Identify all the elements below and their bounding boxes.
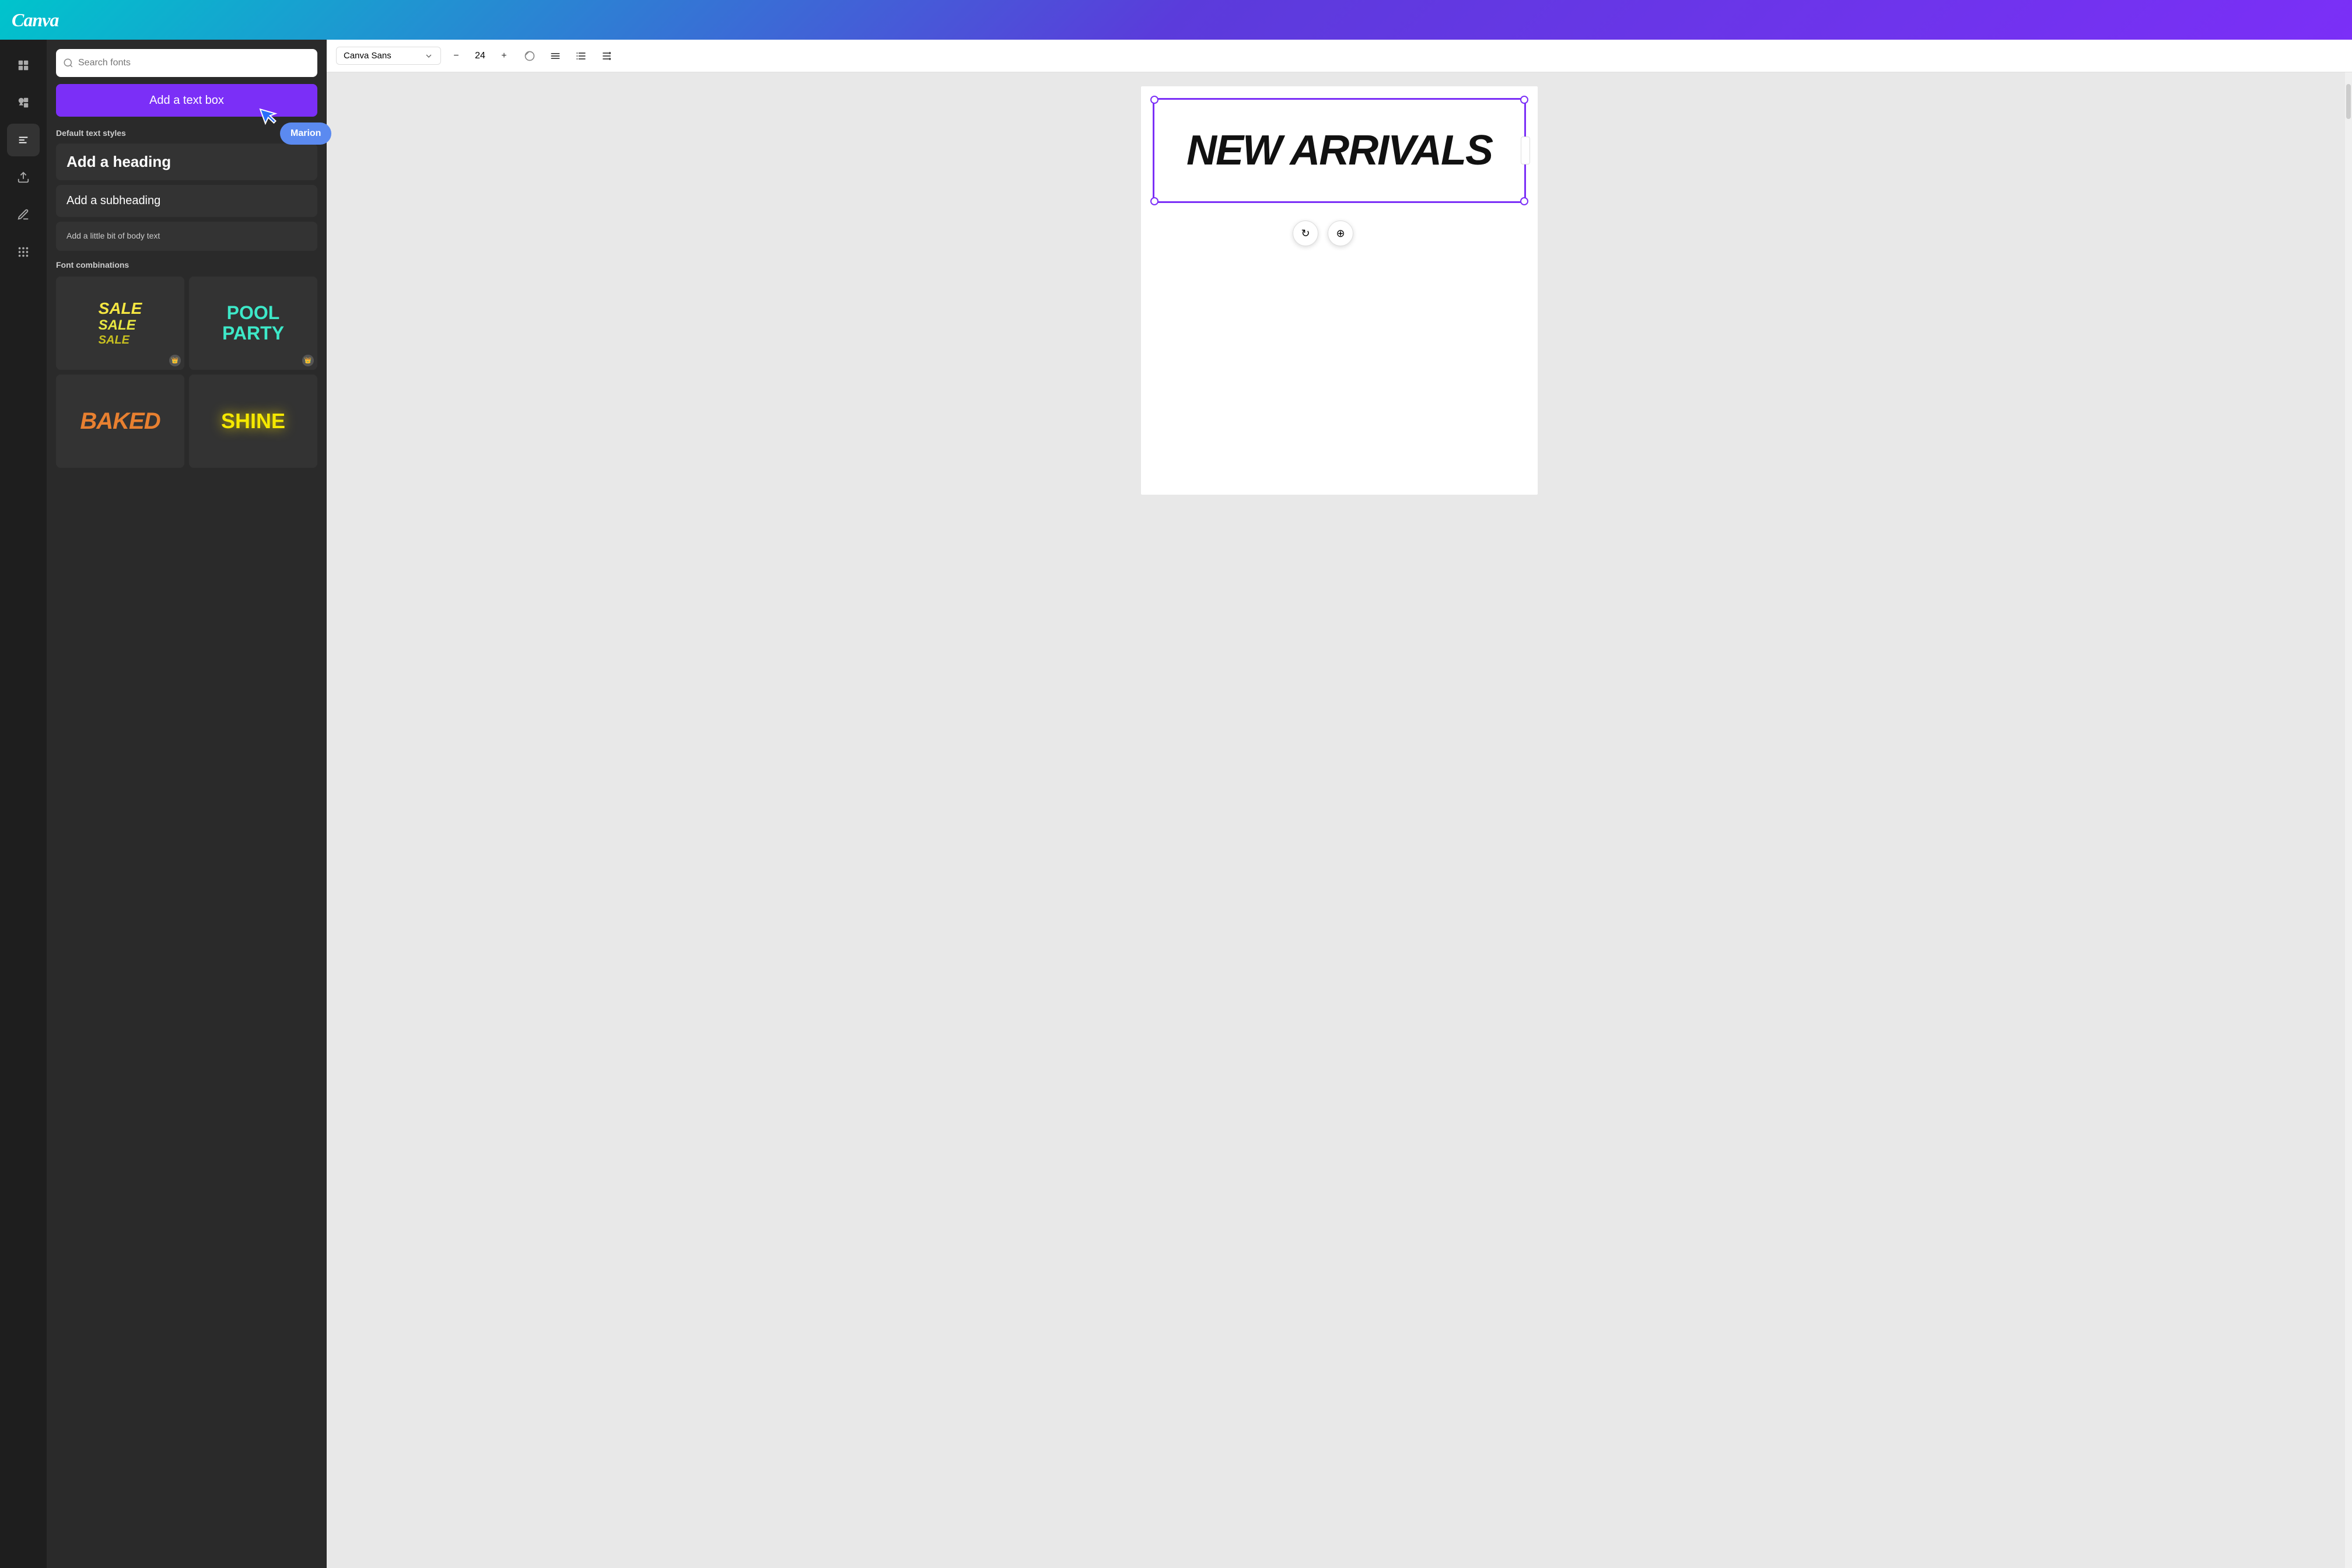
- selected-text-box[interactable]: NEW ARRIVALS: [1153, 98, 1526, 203]
- font-combo-pool-party[interactable]: POOL PARTY 👑: [189, 276, 317, 370]
- crown-badge-sale: 👑: [169, 355, 181, 366]
- font-combinations-title: Font combinations: [56, 260, 317, 270]
- canvas-area: NEW ARRIVALS ↻ ⊕: [327, 72, 2352, 1568]
- search-icon: [63, 58, 74, 68]
- handle-top-right[interactable]: [1520, 96, 1528, 104]
- increase-font-size-button[interactable]: +: [494, 46, 514, 66]
- sidebar-item-elements[interactable]: [7, 86, 40, 119]
- tooltip-label: Marion: [290, 128, 321, 138]
- grid-icon: [17, 59, 30, 72]
- draw-icon: [17, 208, 30, 221]
- font-selector[interactable]: Canva Sans: [336, 47, 441, 65]
- search-bar: [56, 49, 317, 77]
- sidebar-item-uploads[interactable]: [7, 161, 40, 194]
- left-sidebar: [0, 40, 47, 1568]
- font-combo-grid: SALE SALE SALE 👑 POOL PARTY 👑 BAKED SHIN…: [56, 276, 317, 468]
- subheading-style-label: Add a subheading: [66, 194, 160, 207]
- align-button[interactable]: [545, 46, 566, 66]
- move-icon: ⊕: [1336, 228, 1345, 240]
- list-icon: [575, 50, 587, 62]
- sidebar-item-text[interactable]: [7, 124, 40, 156]
- handle-right[interactable]: [1521, 136, 1530, 164]
- crown-badge-pool: 👑: [302, 355, 314, 366]
- pool-line1: POOL: [222, 303, 284, 323]
- font-combo-baked[interactable]: BAKED: [56, 374, 184, 468]
- spacing-button[interactable]: [596, 46, 617, 66]
- search-input[interactable]: [78, 58, 310, 68]
- list-button[interactable]: [570, 46, 592, 66]
- font-name-display: Canva Sans: [344, 51, 419, 61]
- text-panel: Add a text box Default text styles Add a…: [47, 40, 327, 1568]
- sale-line2: SALE: [99, 318, 142, 333]
- decrease-font-size-button[interactable]: −: [446, 46, 467, 66]
- default-styles-title: Default text styles: [56, 128, 317, 138]
- body-style-label: Add a little bit of body text: [66, 231, 160, 240]
- scrollbar[interactable]: [2345, 72, 2352, 1568]
- canva-logo: Canva: [12, 9, 58, 31]
- elements-icon: [17, 96, 30, 109]
- handle-bottom-right[interactable]: [1520, 197, 1528, 205]
- align-icon: [550, 50, 561, 62]
- sidebar-item-draw[interactable]: [7, 198, 40, 231]
- header-bar: Canva: [0, 0, 2352, 40]
- rotate-icon: ↻: [1301, 228, 1310, 240]
- scrollbar-thumb[interactable]: [2346, 84, 2351, 119]
- upload-icon: [17, 171, 30, 184]
- body-style-item[interactable]: Add a little bit of body text: [56, 222, 317, 251]
- rotate-button[interactable]: ↻: [1293, 220, 1318, 246]
- font-combo-sale[interactable]: SALE SALE SALE 👑: [56, 276, 184, 370]
- pool-line2: PARTY: [222, 323, 284, 344]
- baked-label: BAKED: [80, 408, 160, 435]
- handle-top-left[interactable]: [1150, 96, 1158, 104]
- move-button[interactable]: ⊕: [1328, 220, 1353, 246]
- sidebar-item-templates[interactable]: [7, 49, 40, 82]
- subheading-style-item[interactable]: Add a subheading: [56, 185, 317, 217]
- sidebar-item-apps[interactable]: [7, 236, 40, 268]
- heading-style-label: Add a heading: [66, 153, 171, 170]
- apps-icon: [17, 246, 30, 258]
- canvas-document: NEW ARRIVALS ↻ ⊕: [1141, 86, 1538, 495]
- chevron-down-icon: [424, 51, 433, 61]
- handle-bottom-left[interactable]: [1150, 197, 1158, 205]
- style-button[interactable]: [519, 46, 540, 66]
- text-icon: [17, 134, 30, 146]
- tooltip-marion: Marion: [280, 123, 331, 145]
- toolbar: Canva Sans − 24 +: [327, 40, 2352, 72]
- style-icon: [524, 50, 536, 62]
- font-combo-shine[interactable]: SHINE: [189, 374, 317, 468]
- shine-label: SHINE: [221, 409, 285, 433]
- font-size-display: 24: [471, 51, 489, 61]
- sale-line1: SALE: [99, 300, 142, 318]
- spacing-icon: [601, 50, 612, 62]
- sale-line3: SALE: [99, 334, 142, 346]
- heading-style-item[interactable]: Add a heading: [56, 144, 317, 180]
- new-arrivals-text: NEW ARRIVALS: [1186, 130, 1492, 172]
